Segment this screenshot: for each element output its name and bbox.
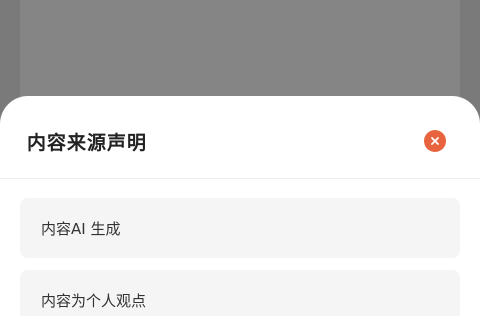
option-label: 内容为个人观点: [41, 291, 147, 310]
sheet-header: 内容来源声明: [0, 96, 480, 179]
option-ai-generated[interactable]: 内容AI 生成: [20, 198, 460, 258]
source-declaration-sheet: 内容来源声明 内容AI 生成 内容为个人观点: [0, 96, 480, 316]
option-label: 内容AI 生成: [41, 219, 121, 238]
close-icon: [431, 137, 439, 145]
sheet-title: 内容来源声明: [27, 132, 148, 154]
close-button[interactable]: [424, 130, 446, 152]
option-personal-opinion[interactable]: 内容为个人观点: [20, 270, 460, 316]
